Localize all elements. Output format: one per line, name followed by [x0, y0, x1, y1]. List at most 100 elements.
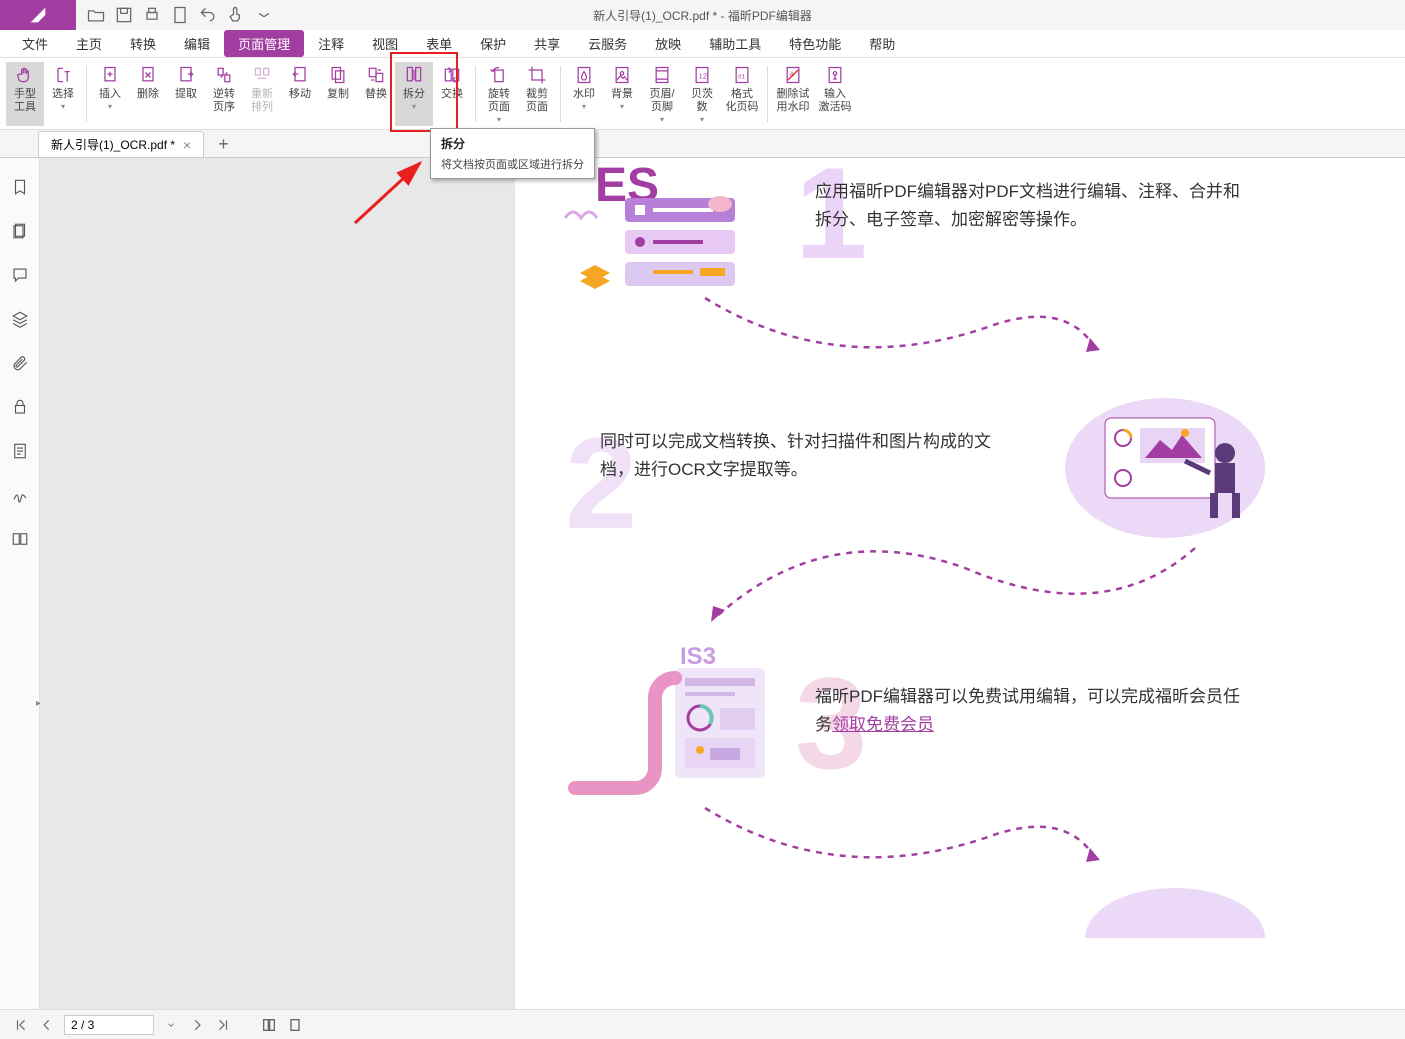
svg-text:#1: #1: [738, 73, 746, 80]
open-icon[interactable]: [86, 5, 106, 25]
page-icon[interactable]: [170, 5, 190, 25]
delete-button[interactable]: 删除: [129, 62, 167, 126]
menu-share[interactable]: 共享: [520, 30, 574, 57]
document-viewport[interactable]: 1 ES 应用福昕PDF编辑器对PDF文档进行编辑、注释、合并和拆分、电子签章、…: [40, 158, 1405, 1009]
menu-accessibility[interactable]: 辅助工具: [695, 30, 775, 57]
copy-button[interactable]: 复制: [319, 62, 357, 126]
header-footer-button[interactable]: 页眉/ 页脚 ▾: [641, 62, 683, 126]
view-mode-2-icon[interactable]: [286, 1016, 304, 1034]
view-mode-1-icon[interactable]: [260, 1016, 278, 1034]
resort-icon: [251, 64, 273, 86]
bates-icon: 12: [691, 64, 713, 86]
touch-icon[interactable]: [226, 5, 246, 25]
delete-watermark-icon: A: [782, 64, 804, 86]
rotate-icon: [488, 64, 510, 86]
chevron-down-icon: ▾: [61, 102, 65, 111]
statusbar: [0, 1009, 1405, 1039]
menu-comment[interactable]: 注释: [304, 30, 358, 57]
tab-strip: 新人引导(1)_OCR.pdf * × +: [0, 130, 1405, 158]
chevron-down-icon: ▾: [497, 115, 501, 124]
menu-protect[interactable]: 保护: [466, 30, 520, 57]
paragraph-2: 同时可以完成文档转换、针对扫描件和图片构成的文档，进行OCR文字提取等。: [600, 428, 1020, 484]
menu-convert[interactable]: 转换: [116, 30, 170, 57]
menu-page-manage[interactable]: 页面管理: [224, 30, 304, 57]
background-button[interactable]: 背景 ▾: [603, 62, 641, 126]
chevron-down-icon: ▾: [660, 115, 664, 124]
swap-button[interactable]: 交换: [433, 62, 471, 126]
watermark-button[interactable]: 水印 ▾: [565, 62, 603, 126]
save-icon[interactable]: [114, 5, 134, 25]
free-member-link[interactable]: 领取免费会员: [832, 715, 934, 734]
menu-file[interactable]: 文件: [8, 30, 62, 57]
menu-form[interactable]: 表单: [412, 30, 466, 57]
menu-present[interactable]: 放映: [641, 30, 695, 57]
select-button[interactable]: 选择 ▾: [44, 62, 82, 126]
menu-help[interactable]: 帮助: [855, 30, 909, 57]
paragraph-1: 应用福昕PDF编辑器对PDF文档进行编辑、注释、合并和拆分、电子签章、加密解密等…: [815, 178, 1245, 234]
print-icon[interactable]: [142, 5, 162, 25]
app-logo-area: [0, 0, 76, 30]
pages-icon[interactable]: [9, 220, 31, 242]
hand-tool-button[interactable]: 手型 工具: [6, 62, 44, 126]
illustration-4-partial: [1075, 878, 1275, 938]
prev-page-button[interactable]: [38, 1016, 56, 1034]
menu-home[interactable]: 主页: [62, 30, 116, 57]
menubar: 文件 主页 转换 编辑 页面管理 注释 视图 表单 保护 共享 云服务 放映 辅…: [0, 30, 1405, 58]
replace-button[interactable]: 替换: [357, 62, 395, 126]
resort-button: 重新 排列: [243, 62, 281, 126]
page-number-input[interactable]: [64, 1015, 154, 1035]
hand-icon: [14, 64, 36, 86]
activate-button[interactable]: 输入 激活码: [814, 62, 856, 126]
tab-close-icon[interactable]: ×: [183, 137, 191, 153]
split-button[interactable]: 拆分 ▾: [395, 62, 433, 126]
illustration-2: [1055, 378, 1275, 538]
window-title: 新人引导(1)_OCR.pdf * - 福昕PDF编辑器: [593, 7, 812, 24]
move-icon: [289, 64, 311, 86]
ribbon: 手型 工具 选择 ▾ 插入 ▾ 删除 提取 逆转 页序 重新 排列 移动 复制 …: [0, 58, 1405, 130]
attachments-icon[interactable]: [9, 352, 31, 374]
sidebar: ▸: [0, 158, 40, 1009]
titlebar: 新人引导(1)_OCR.pdf * - 福昕PDF编辑器: [0, 0, 1405, 30]
next-page-button[interactable]: [188, 1016, 206, 1034]
menu-edit[interactable]: 编辑: [170, 30, 224, 57]
extract-button[interactable]: 提取: [167, 62, 205, 126]
page-canvas: 1 ES 应用福昕PDF编辑器对PDF文档进行编辑、注释、合并和拆分、电子签章、…: [515, 158, 1405, 1009]
menu-features[interactable]: 特色功能: [775, 30, 855, 57]
comments-icon[interactable]: [9, 264, 31, 286]
tooltip-title: 拆分: [441, 135, 584, 152]
document-tab[interactable]: 新人引导(1)_OCR.pdf * ×: [38, 131, 204, 157]
format-page-button[interactable]: #1 格式 化页码: [721, 62, 763, 126]
compare-icon[interactable]: [9, 528, 31, 550]
first-page-button[interactable]: [12, 1016, 30, 1034]
crop-button[interactable]: 裁剪 页面: [518, 62, 556, 126]
split-icon: [403, 64, 425, 86]
foxit-logo-icon: [27, 4, 49, 26]
rotate-button[interactable]: 旋转 页面 ▾: [480, 62, 518, 126]
tab-add-button[interactable]: +: [218, 134, 229, 157]
swap-icon: [441, 64, 463, 86]
bates-button[interactable]: 12 贝茨 数 ▾: [683, 62, 721, 126]
last-page-button[interactable]: [214, 1016, 232, 1034]
delete-trial-watermark-button[interactable]: A 删除试 用水印: [772, 62, 814, 126]
undo-icon[interactable]: [198, 5, 218, 25]
reverse-button[interactable]: 逆转 页序: [205, 62, 243, 126]
menu-view[interactable]: 视图: [358, 30, 412, 57]
format-icon: #1: [731, 64, 753, 86]
chevron-down-icon: ▾: [620, 102, 624, 111]
select-icon: [52, 64, 74, 86]
tooltip: 拆分 将文档按页面或区域进行拆分: [430, 128, 595, 179]
extract-icon: [175, 64, 197, 86]
move-button[interactable]: 移动: [281, 62, 319, 126]
bookmark-icon[interactable]: [9, 176, 31, 198]
illustration-1: [545, 158, 765, 298]
security-icon[interactable]: [9, 396, 31, 418]
page-dropdown-icon[interactable]: [162, 1016, 180, 1034]
insert-button[interactable]: 插入 ▾: [91, 62, 129, 126]
qat-more-icon[interactable]: [254, 5, 274, 25]
form-icon[interactable]: [9, 440, 31, 462]
layers-icon[interactable]: [9, 308, 31, 330]
chevron-down-icon: ▾: [412, 102, 416, 111]
menu-cloud[interactable]: 云服务: [574, 30, 641, 57]
main-area: ▸ 1 ES 应用福昕PDF编辑器对PDF文档进行编辑、注释、合并和拆分、电子签…: [0, 158, 1405, 1009]
signature-icon[interactable]: [9, 484, 31, 506]
